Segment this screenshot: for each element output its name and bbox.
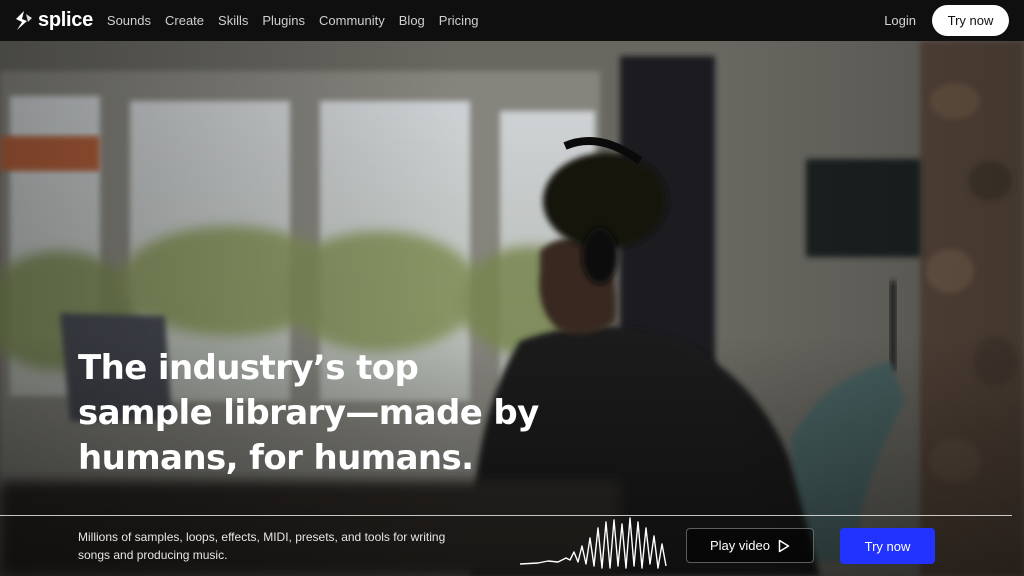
play-icon: [778, 539, 790, 552]
hero-headline: The industry’s top sample library—made b…: [78, 346, 638, 481]
play-video-button[interactable]: Play video: [686, 528, 814, 563]
nav-link-community[interactable]: Community: [319, 13, 385, 28]
nav-link-blog[interactable]: Blog: [399, 13, 425, 28]
nav-actions: Login Try now: [884, 5, 1009, 36]
try-now-hero-button[interactable]: Try now: [840, 528, 935, 564]
nav-link-pricing[interactable]: Pricing: [439, 13, 479, 28]
splice-logo-icon: [16, 10, 32, 30]
nav-links: Sounds Create Skills Plugins Community B…: [107, 13, 493, 28]
play-video-label: Play video: [710, 538, 770, 553]
divider-line: [0, 515, 1012, 516]
try-now-nav-button[interactable]: Try now: [932, 5, 1009, 36]
waveform-icon: [519, 517, 667, 569]
nav-link-skills[interactable]: Skills: [218, 13, 248, 28]
login-link[interactable]: Login: [884, 13, 916, 28]
headline-line-3: humans, for humans.: [78, 438, 474, 478]
hero-subtitle: Millions of samples, loops, effects, MID…: [78, 530, 446, 562]
headline-line-2: sample library—made by: [78, 393, 539, 433]
nav-link-create[interactable]: Create: [165, 13, 204, 28]
hero-overlay: [0, 41, 1024, 576]
nav-link-plugins[interactable]: Plugins: [262, 13, 305, 28]
splice-logo[interactable]: splice: [14, 9, 93, 32]
page: splice Sounds Create Skills Plugins Comm…: [0, 0, 1024, 576]
nav-link-sounds[interactable]: Sounds: [107, 13, 151, 28]
hero-background-video: [0, 41, 1024, 576]
brand-name: splice: [38, 9, 93, 31]
top-navbar: splice Sounds Create Skills Plugins Comm…: [0, 0, 1024, 41]
headline-line-1: The industry’s top: [78, 348, 419, 388]
